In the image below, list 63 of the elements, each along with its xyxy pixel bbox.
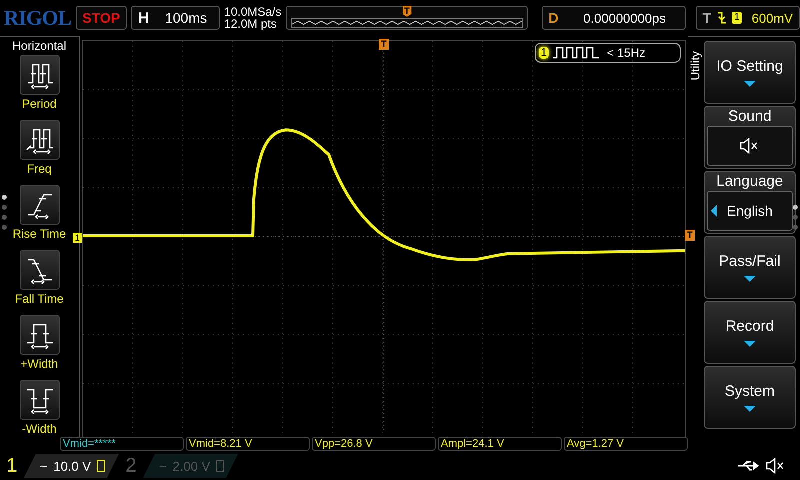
timebase-value: 100ms (164, 10, 208, 26)
measure-button[interactable] (20, 120, 60, 160)
timebase-label: H (137, 10, 150, 26)
measure-label: Fall Time (15, 292, 64, 306)
coupling-symbol: ~ (40, 458, 48, 474)
frequency-value: < 15Hz (607, 46, 646, 60)
usb-icon (738, 460, 760, 472)
muted-speaker-icon (766, 458, 786, 474)
measure-label: Rise Time (12, 227, 66, 241)
memory-depth: 12.0M pts (224, 18, 278, 30)
trigger-position-marker: T (379, 39, 389, 50)
menu-button[interactable]: Record (704, 301, 796, 364)
menu-button[interactable]: IO Setting (704, 41, 796, 104)
trigger-source-badge: 1 (732, 12, 742, 24)
channel-number[interactable]: 1 (0, 454, 24, 478)
menu-button[interactable]: Pass/Fail (704, 236, 796, 299)
menu-title: Horizontal (12, 38, 67, 55)
language-select[interactable]: English (707, 191, 793, 231)
sample-rate: 10.0MSa/s (224, 6, 282, 18)
measure-label: Period (22, 97, 57, 111)
dropdown-arrow-icon (744, 81, 756, 87)
timebase-display[interactable]: H 100ms (131, 6, 220, 30)
measurement-readout: Vmid=8.21 V (186, 437, 310, 451)
measure-button[interactable] (20, 55, 60, 95)
falling-edge-icon (717, 11, 728, 25)
channel-scale: 10.0 V (54, 458, 92, 474)
muted-speaker-icon (740, 138, 760, 154)
measure-label: -Width (22, 422, 57, 436)
coupling-symbol: ~ (159, 458, 167, 474)
measurement-readout: Vmid=***** (60, 437, 184, 451)
bandwidth-limit-icon (216, 460, 224, 472)
measurement-readout: Ampl=24.1 V (438, 437, 562, 451)
trigger-level-marker: T (685, 230, 695, 241)
run-stop-button[interactable]: STOP (76, 6, 128, 30)
option-label: Language (716, 173, 784, 191)
brand-logo: RIGOL (4, 6, 72, 30)
measurement-readout: Avg=1.27 V (564, 437, 688, 451)
measure-label: +Width (20, 357, 58, 371)
measure-button[interactable] (20, 250, 60, 290)
channel-scale: 2.00 V (172, 458, 210, 474)
measure-button[interactable] (20, 315, 60, 355)
channel-offset-marker: 1 (73, 233, 82, 243)
measurement-readout: Vpp=26.8 V (312, 437, 436, 451)
sound-toggle[interactable] (707, 126, 793, 166)
trigger-position-marker: T (402, 6, 412, 17)
menu-title: Utility (689, 51, 703, 81)
dropdown-arrow-icon (744, 406, 756, 412)
dropdown-arrow-icon (744, 341, 756, 347)
trigger-level: 600mV (750, 10, 794, 26)
trigger-label: T (702, 10, 712, 26)
delay-label: D (548, 10, 560, 26)
channel-badge: 1 (539, 47, 550, 59)
dropdown-arrow-icon (744, 276, 756, 282)
measure-label: Freq (27, 162, 52, 176)
delay-display[interactable]: D 0.00000000ps (542, 6, 686, 30)
channel-scale-display[interactable]: ~ 10.0 V (24, 454, 120, 478)
menu-button[interactable]: System (704, 366, 796, 429)
delay-value: 0.00000000ps (582, 10, 667, 26)
trigger-display[interactable]: T 1 600mV (696, 6, 800, 30)
measure-button[interactable] (20, 380, 60, 420)
option-label: Sound (728, 108, 772, 126)
measure-button[interactable] (20, 185, 60, 225)
bandwidth-limit-icon (97, 460, 106, 472)
